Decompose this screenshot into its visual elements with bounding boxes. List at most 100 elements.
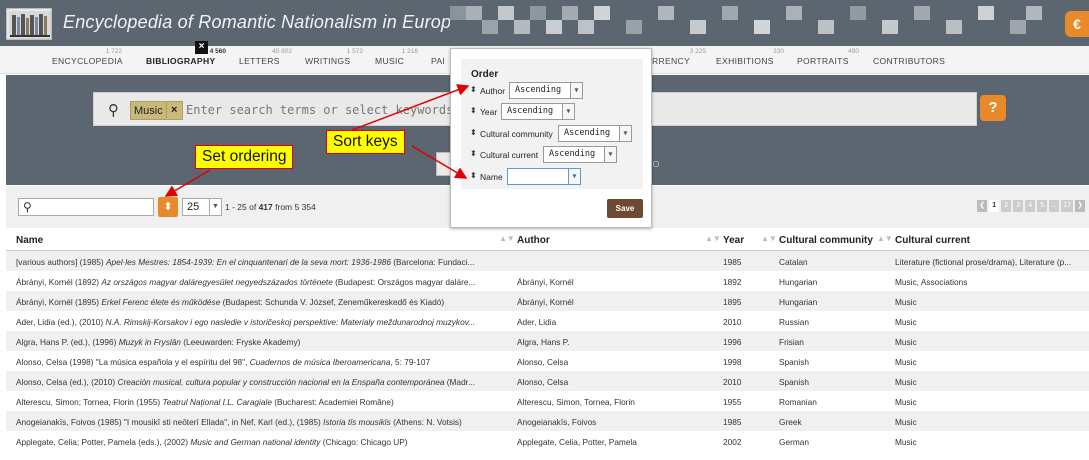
nav-item-paintings[interactable]: Pai	[431, 46, 451, 74]
cell-current: Literature (fictional prose/drama), Lite…	[895, 257, 1072, 267]
order-key-year[interactable]: ⬍ Year Ascending ▼	[470, 103, 640, 121]
table-row[interactable]: [various authors] (1985) Apel·les Mestre…	[6, 251, 1089, 271]
nav-item-label: Encyclopedia	[52, 56, 123, 66]
cell-name[interactable]: Alonso, Celsa (ed.), (2010) Creación mus…	[16, 377, 500, 387]
nav-item-currency[interactable]: 3 225 rrency	[652, 46, 706, 74]
site-title[interactable]: Encyclopedia of Romantic Nationalism in …	[63, 12, 461, 33]
sort-icon[interactable]: ▲▼	[877, 234, 893, 243]
cell-author: Ader, Lidia	[517, 317, 557, 327]
chevron-down-icon: ▼	[209, 199, 221, 215]
cell-name[interactable]: Ábrányi, Kornél (1895) Erkel Ferenc élet…	[16, 297, 500, 307]
keyword-chip-label: Music	[134, 104, 163, 117]
keyword-chip[interactable]: Music ×	[130, 101, 183, 120]
prev-page-button[interactable]: ❮	[977, 200, 988, 212]
nav-item-encyclopedia[interactable]: 1 722 Encyclopedia	[52, 46, 123, 74]
nav-item-music[interactable]: 1 216 Music	[375, 46, 418, 74]
search-icon: ⚲	[23, 200, 32, 214]
order-direction-select[interactable]: ▼	[507, 168, 581, 185]
cell-name[interactable]: Applegate, Celia; Potter, Pamela (eds.),…	[16, 437, 500, 447]
header-action-button[interactable]: €	[1065, 11, 1089, 37]
drag-handle-icon[interactable]: ⬍	[470, 128, 477, 137]
nav-item-portraits[interactable]: 490 Portraits	[797, 46, 859, 74]
cell-name[interactable]: Ader, Lidia (ed.), (2010) N.A. Rimskij-K…	[16, 317, 500, 327]
nav-item-count: 1 722	[105, 48, 122, 55]
column-header-author[interactable]: Author	[517, 235, 550, 246]
cell-year: 1892	[723, 277, 742, 287]
drag-handle-icon[interactable]: ⬍	[470, 106, 477, 115]
table-row[interactable]: Alonso, Celsa (1998) "La música española…	[6, 351, 1089, 371]
close-icon[interactable]: ×	[195, 41, 208, 54]
set-ordering-button[interactable]: ⬍	[158, 197, 178, 217]
table-row[interactable]: Ader, Lidia (ed.), (2010) N.A. Rimskij-K…	[6, 311, 1089, 331]
nav-item-bibliography[interactable]: 4 560 Bibliography	[146, 46, 226, 74]
chip-remove-button[interactable]: ×	[165, 102, 182, 119]
order-direction-select[interactable]: Ascending ▼	[558, 125, 632, 142]
order-direction-value: Ascending	[564, 128, 611, 138]
table-row[interactable]: Alonso, Celsa (ed.), (2010) Creación mus…	[6, 371, 1089, 391]
table-row[interactable]: Ábrányi, Kornél (1895) Erkel Ferenc élet…	[6, 291, 1089, 311]
site-header: Encyclopedia of Romantic Nationalism in …	[0, 0, 1089, 46]
order-direction-select[interactable]: Ascending ▼	[509, 82, 583, 99]
cell-name-text: (Leeuwarden: Fryske Akademy)	[180, 337, 301, 347]
sort-icon[interactable]: ▲▼	[761, 234, 777, 243]
nav-item-count: 4 560	[209, 48, 226, 55]
table-row[interactable]: Alterescu, Simon; Tornea, Florin (1955) …	[6, 391, 1089, 411]
page-button[interactable]: 1	[989, 200, 1000, 212]
order-key-author[interactable]: ⬍ Author Ascending ▼	[470, 82, 640, 100]
column-header-year[interactable]: Year	[723, 235, 744, 246]
order-direction-value: Ascending	[515, 85, 562, 95]
order-direction-select[interactable]: Ascending ▼	[501, 103, 575, 120]
cell-community: Spanish	[779, 357, 809, 367]
cell-current: Music	[895, 317, 917, 327]
table-row[interactable]: Anogeianakīs, Foivos (1985) "I mousikī s…	[6, 411, 1089, 431]
nav-item-writings[interactable]: 1 572 Writings	[305, 46, 363, 74]
order-key-cultural-community[interactable]: ⬍ Cultural community Ascending ▼	[470, 125, 645, 143]
nav-item-letters[interactable]: 45 802 Letters	[239, 46, 292, 74]
column-header-name[interactable]: Name	[16, 235, 43, 246]
nav-item-count: 45 802	[272, 48, 292, 55]
page-button[interactable]: 4	[1025, 200, 1036, 212]
cell-name[interactable]: Alterescu, Simon; Tornea, Florin (1955) …	[16, 397, 500, 407]
nav-item-count: 490	[848, 48, 859, 55]
cell-year: 1955	[723, 397, 742, 407]
order-direction-select[interactable]: Ascending ▼	[543, 146, 617, 163]
cell-author: Alonso, Celsa	[517, 357, 569, 367]
order-key-cultural-current[interactable]: ⬍ Cultural current Ascending ▼	[470, 146, 645, 164]
column-header-community[interactable]: Cultural community	[779, 235, 873, 246]
save-button[interactable]: Save	[607, 199, 643, 218]
table-row[interactable]: Algra, Hans P. (ed.), (1996) Muzyk in Fr…	[6, 331, 1089, 351]
filter-input[interactable]: ⚲	[18, 198, 154, 216]
drag-handle-icon[interactable]: ⬍	[470, 149, 477, 158]
order-key-name[interactable]: ⬍ Name ▼	[470, 168, 640, 186]
nav-item-contributors[interactable]: Contributors	[873, 46, 953, 74]
column-header-current[interactable]: Cultural current	[895, 235, 970, 246]
table-row[interactable]: Applegate, Celia; Potter, Pamela (eds.),…	[6, 431, 1089, 451]
next-page-button[interactable]: ❯	[1075, 200, 1085, 212]
cell-name-text: Applegate, Celia; Potter, Pamela (eds.),…	[16, 437, 191, 447]
page-button[interactable]: 2	[1001, 200, 1012, 212]
cell-name[interactable]: Anogeianakīs, Foivos (1985) "I mousikī s…	[16, 417, 500, 427]
pagination: ❮ 1 2 3 4 5 ... 17 ❯	[977, 200, 1085, 212]
sort-icon[interactable]: ▲▼	[499, 234, 515, 243]
cell-name[interactable]: Alonso, Celsa (1998) "La música española…	[16, 357, 500, 367]
table-row[interactable]: Ábrányi, Kornél (1892) Az országos magya…	[6, 271, 1089, 291]
cell-name[interactable]: Algra, Hans P. (ed.), (1996) Muzyk in Fr…	[16, 337, 500, 347]
page-button[interactable]: 3	[1013, 200, 1024, 212]
page-size-select[interactable]: 25 ▼	[182, 198, 222, 216]
drag-handle-icon[interactable]: ⬍	[470, 171, 477, 180]
cell-name-title: N.A. Rimskij-Korsakov i ego nasledie v i…	[105, 317, 476, 327]
page-button[interactable]: 17	[1061, 200, 1073, 212]
range-total: 417	[258, 202, 273, 212]
nav-item-exhibitions[interactable]: 330 Exhibitions	[716, 46, 784, 74]
help-button[interactable]: ?	[980, 95, 1006, 121]
chevron-down-icon: ▼	[619, 126, 631, 141]
page-button[interactable]: 5	[1037, 200, 1048, 212]
book-shelf-icon[interactable]	[6, 8, 52, 40]
cell-name-title: Az országos magyar daláregyesület negyed…	[101, 277, 333, 287]
drag-handle-icon[interactable]: ⬍	[470, 85, 477, 94]
cell-author: Applegate, Celia, Potter, Pamela	[517, 437, 637, 447]
cell-name[interactable]: [various authors] (1985) Apel·les Mestre…	[16, 257, 500, 267]
sort-icon[interactable]: ▲▼	[705, 234, 721, 243]
cell-author: Ábrányi, Kornél	[517, 277, 574, 287]
cell-name[interactable]: Ábrányi, Kornél (1892) Az országos magya…	[16, 277, 500, 287]
